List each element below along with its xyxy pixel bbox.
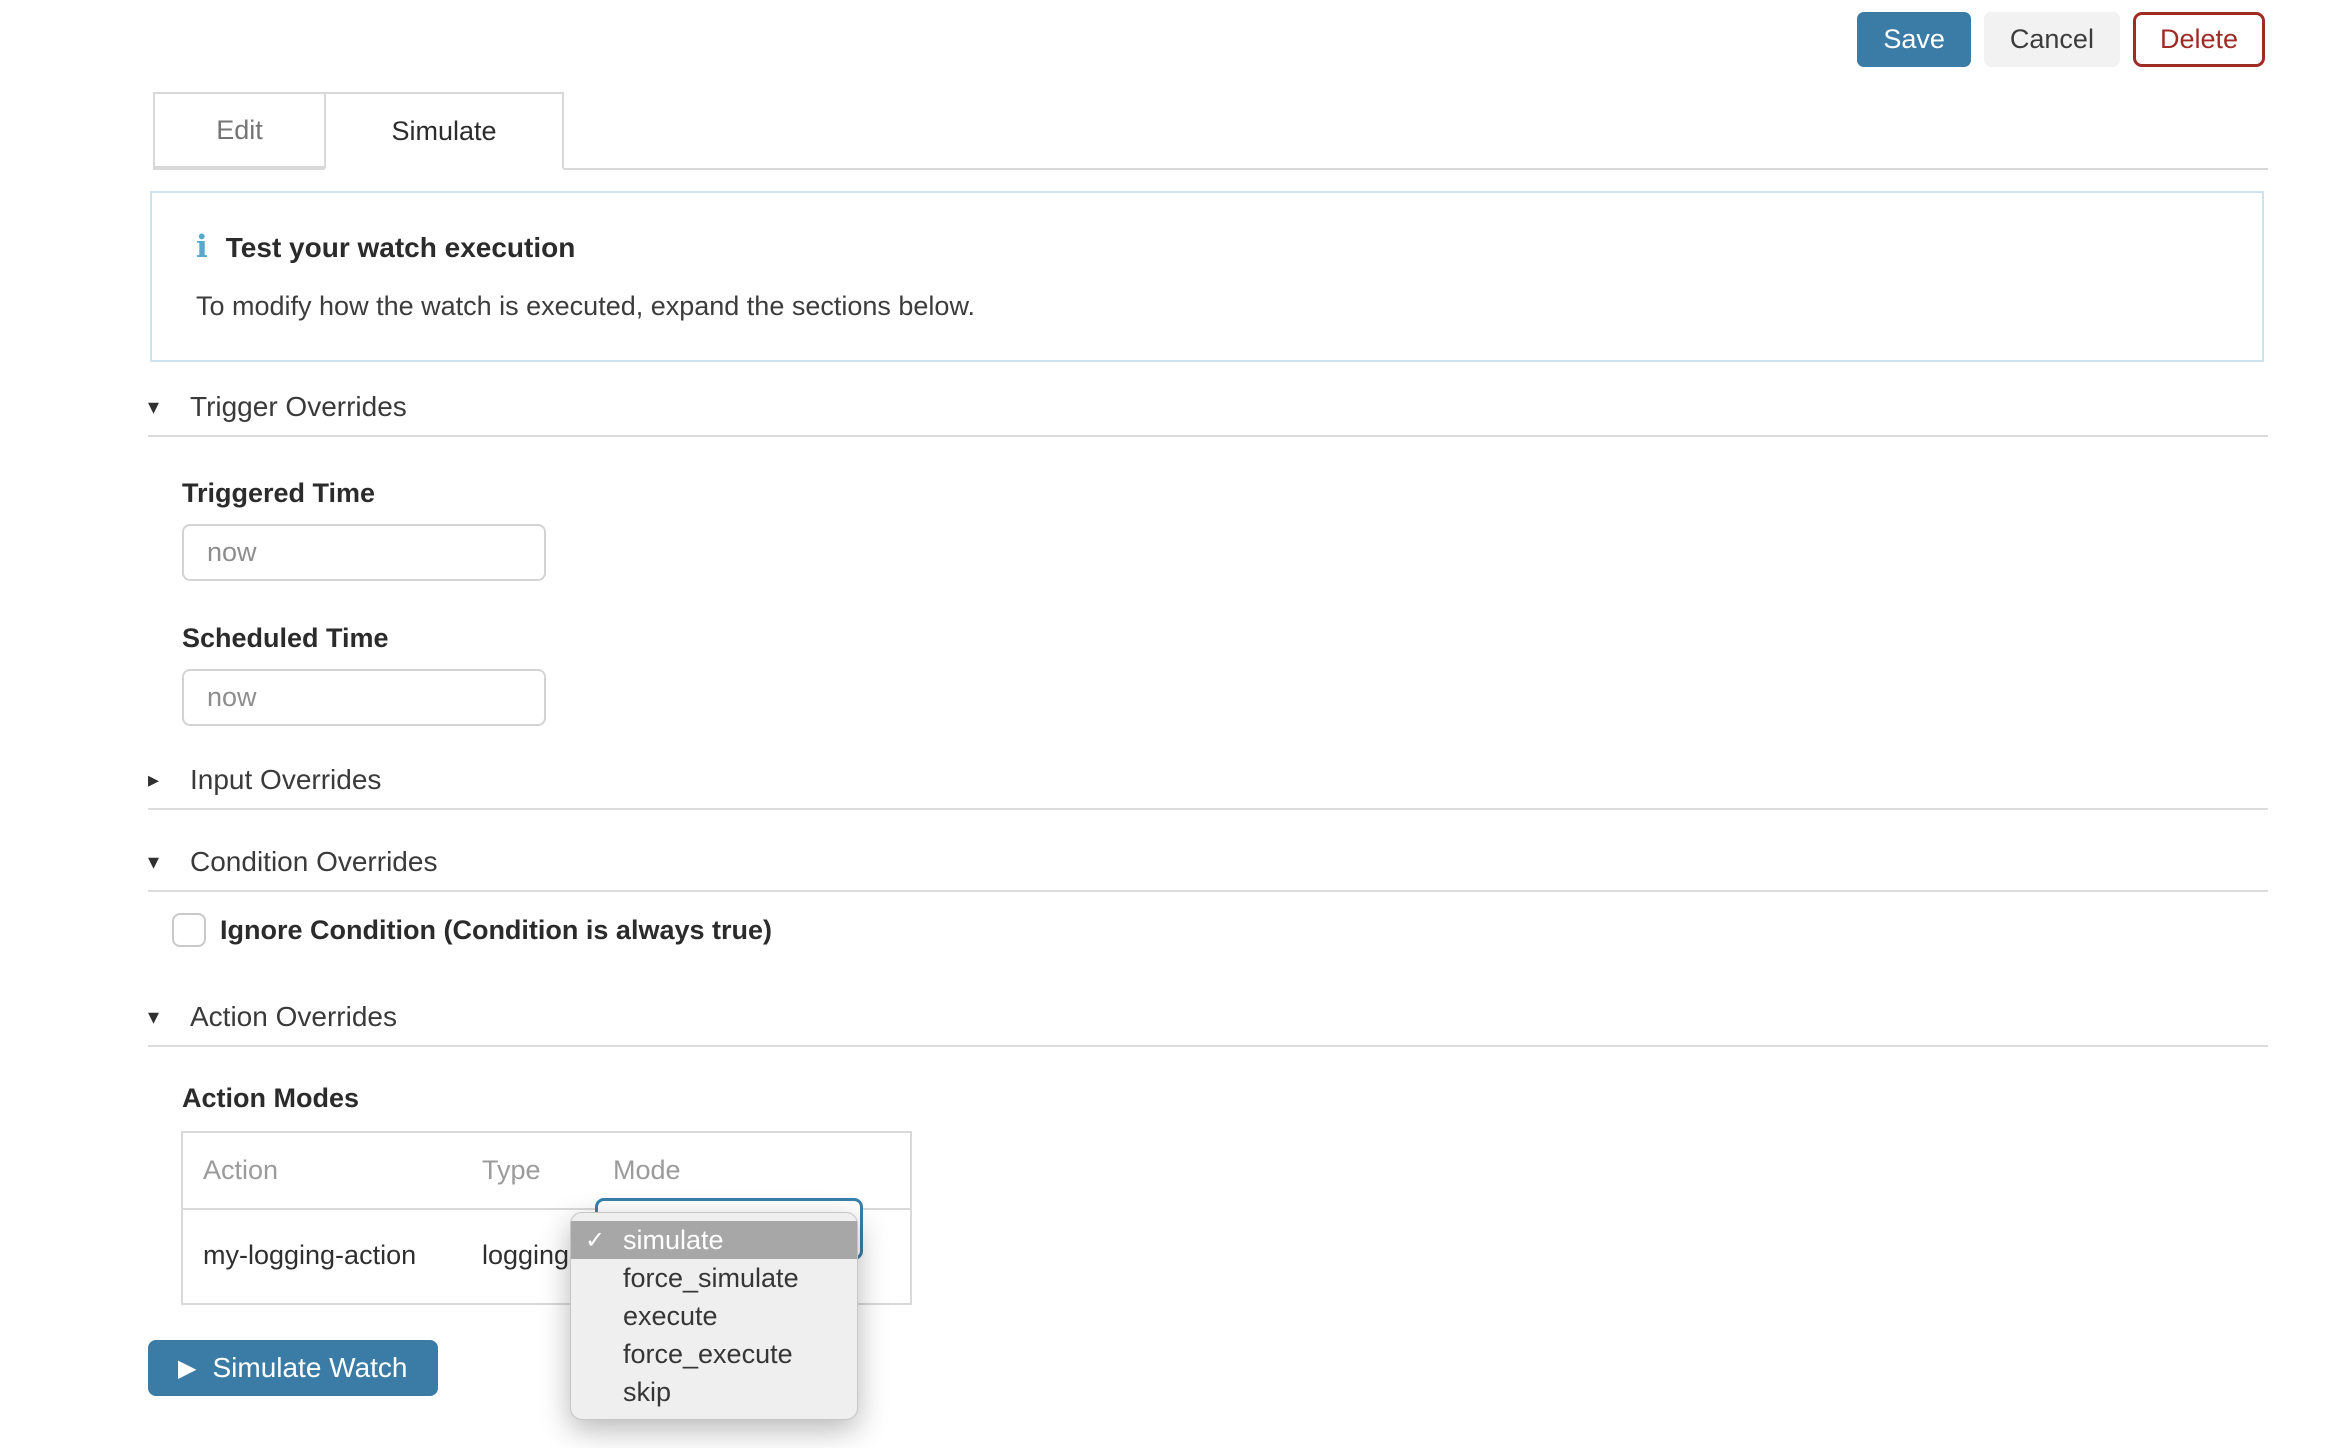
section-action-overrides-label: Action Overrides [190, 1001, 397, 1033]
section-condition-overrides-label: Condition Overrides [190, 846, 437, 878]
delete-button[interactable]: Delete [2133, 12, 2265, 67]
section-trigger-overrides[interactable]: ▾ Trigger Overrides [148, 391, 407, 423]
watch-simulate-page: Save Cancel Delete Edit Simulate i Test … [0, 0, 2350, 1448]
play-icon: ▶ [178, 1354, 196, 1382]
scheduled-time-label: Scheduled Time [182, 623, 389, 654]
dropdown-option-force-execute[interactable]: force_execute [571, 1335, 857, 1373]
dropdown-option-label: force_simulate [623, 1263, 799, 1294]
dropdown-option-label: execute [623, 1301, 718, 1332]
divider [148, 808, 2268, 810]
column-header-action: Action [182, 1132, 462, 1209]
info-icon: i [196, 229, 208, 265]
tab-simulate[interactable]: Simulate [324, 92, 564, 170]
column-header-type: Type [462, 1132, 593, 1209]
action-name-cell: my-logging-action [182, 1209, 462, 1304]
dropdown-option-simulate[interactable]: ✓ simulate [571, 1221, 857, 1259]
divider [148, 890, 2268, 892]
info-callout: i Test your watch execution To modify ho… [150, 191, 2264, 362]
action-modes-title: Action Modes [182, 1083, 359, 1114]
divider [148, 1045, 2268, 1047]
ignore-condition-row: Ignore Condition (Condition is always tr… [172, 913, 772, 947]
triggered-time-input[interactable] [182, 524, 546, 581]
tab-edit[interactable]: Edit [153, 92, 326, 168]
chevron-down-icon: ▾ [148, 1005, 174, 1030]
callout-title: Test your watch execution [226, 232, 576, 264]
check-icon: ✓ [585, 1226, 605, 1254]
mode-dropdown-menu: ✓ simulate force_simulate execute force_… [570, 1212, 858, 1420]
ignore-condition-label: Ignore Condition (Condition is always tr… [220, 915, 772, 946]
ignore-condition-checkbox[interactable] [172, 913, 206, 947]
section-action-overrides[interactable]: ▾ Action Overrides [148, 1001, 397, 1033]
divider [148, 435, 2268, 437]
dropdown-option-force-simulate[interactable]: force_simulate [571, 1259, 857, 1297]
dropdown-option-execute[interactable]: execute [571, 1297, 857, 1335]
section-input-overrides-label: Input Overrides [190, 764, 381, 796]
section-input-overrides[interactable]: ▸ Input Overrides [148, 764, 381, 796]
simulate-watch-button[interactable]: ▶ Simulate Watch [148, 1340, 438, 1396]
dropdown-option-label: force_execute [623, 1339, 793, 1370]
section-condition-overrides[interactable]: ▾ Condition Overrides [148, 846, 437, 878]
dropdown-option-label: skip [623, 1377, 671, 1408]
callout-body: To modify how the watch is executed, exp… [196, 291, 2222, 322]
action-modes-table-wrap: Action Type Mode my-logging-action loggi… [181, 1131, 910, 1305]
dropdown-option-label: simulate [623, 1225, 724, 1256]
cancel-button[interactable]: Cancel [1984, 12, 2120, 67]
save-button[interactable]: Save [1857, 12, 1971, 67]
chevron-down-icon: ▾ [148, 395, 174, 420]
chevron-down-icon: ▾ [148, 850, 174, 875]
section-trigger-overrides-label: Trigger Overrides [190, 391, 407, 423]
dropdown-option-skip[interactable]: skip [571, 1373, 857, 1411]
triggered-time-label: Triggered Time [182, 478, 375, 509]
tab-bar: Edit Simulate [153, 92, 2268, 170]
chevron-right-icon: ▸ [148, 768, 174, 793]
simulate-watch-label: Simulate Watch [212, 1352, 407, 1384]
top-action-bar: Save Cancel Delete [1857, 12, 2265, 67]
scheduled-time-input[interactable] [182, 669, 546, 726]
